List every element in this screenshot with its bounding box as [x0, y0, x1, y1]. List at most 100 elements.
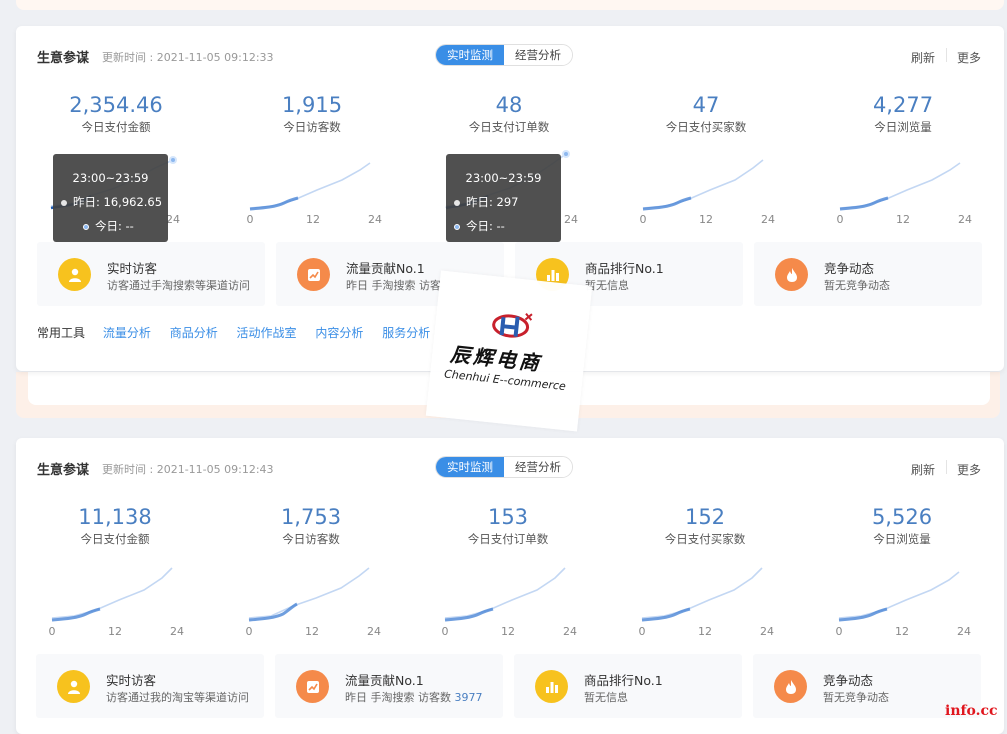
axis-tick: 0	[639, 625, 646, 638]
more-link[interactable]: 更多	[957, 49, 981, 66]
metric-orders[interactable]: 48 今日支付订单数	[411, 92, 607, 135]
tab-business-analysis[interactable]: 经营分析	[504, 45, 572, 65]
axis-tick: 24	[760, 625, 774, 638]
card-title: 商品排行No.1	[585, 261, 664, 276]
divider	[946, 460, 947, 474]
axis-tick: 0	[49, 625, 56, 638]
card-title: 流量贡献No.1	[345, 673, 424, 688]
card-realtime-visitors[interactable]: 实时访客 访客通过我的淘宝等渠道访问	[36, 654, 264, 718]
sparkline-chart[interactable]: 0 12 24	[634, 560, 784, 640]
update-time: 更新时间 : 2021-11-05 09:12:33	[102, 51, 274, 64]
panel-title: 生意参谋	[37, 463, 90, 478]
previous-panel-edge	[16, 0, 1004, 10]
axis-tick: 24	[761, 213, 775, 226]
tool-link-product[interactable]: 商品分析	[170, 326, 218, 340]
axis-tick: 12	[895, 625, 909, 638]
card-title: 实时访客	[106, 673, 157, 688]
metric-value: 1,915	[281, 93, 343, 117]
axis-tick: 0	[836, 625, 843, 638]
site-watermark: info.cc	[945, 703, 998, 719]
card-title: 实时访客	[107, 261, 158, 276]
card-desc: 暂无竞争动态	[824, 279, 890, 292]
visitor-count: 3977	[454, 691, 483, 704]
metric-label: 今日浏览量	[874, 120, 932, 134]
sparkline-chart[interactable]: 0 12 24	[832, 148, 982, 228]
refresh-link[interactable]: 刷新	[911, 49, 935, 66]
metric-value: 2,354.46	[69, 93, 163, 117]
axis-tick: 24	[957, 625, 971, 638]
metric-pageviews[interactable]: 4,277 今日浏览量	[805, 92, 1001, 135]
card-desc: 暂无竞争动态	[823, 691, 889, 704]
axis-tick: 24	[170, 625, 184, 638]
sparkline-chart[interactable]: 0 12 24	[44, 560, 194, 640]
tool-link-service[interactable]: 服务分析	[382, 326, 430, 340]
metric-label: 今日支付买家数	[664, 532, 746, 546]
tools-label: 常用工具	[37, 326, 86, 340]
card-desc-row: 昨日 手淘搜索 访客数 3977	[345, 689, 483, 705]
sparkline-chart[interactable]: 0 12 24	[241, 560, 391, 640]
metric-buyers[interactable]: 152 今日支付买家数	[607, 504, 803, 547]
card-title: 竞争动态	[824, 261, 875, 276]
axis-tick: 0	[247, 213, 254, 226]
metric-visitors[interactable]: 1,753 今日访客数	[213, 504, 409, 547]
tool-link-campaign[interactable]: 活动作战室	[237, 326, 297, 340]
card-realtime-visitors[interactable]: 实时访客 访客通过手淘搜索等渠道访问	[37, 242, 265, 306]
metric-value: 5,526	[871, 505, 933, 529]
metric-value: 11,138	[78, 505, 152, 529]
tab-realtime-monitor[interactable]: 实时监测	[436, 457, 504, 477]
metric-orders[interactable]: 153 今日支付订单数	[410, 504, 606, 547]
trend-icon	[297, 258, 330, 291]
metric-label: 今日支付订单数	[467, 532, 549, 546]
sparkline-chart[interactable]: 0 12 24	[831, 560, 981, 640]
card-desc: 昨日 手淘搜索 访客	[346, 279, 441, 292]
metric-value: 48	[495, 93, 523, 117]
more-link[interactable]: 更多	[957, 461, 981, 478]
card-traffic-top[interactable]: 流量贡献No.1 昨日 手淘搜索 访客数 3977	[275, 654, 503, 718]
tool-link-traffic[interactable]: 流量分析	[103, 326, 151, 340]
metric-pay-amount[interactable]: 11,138 今日支付金额	[17, 504, 213, 547]
axis-tick: 0	[246, 625, 253, 638]
metric-buyers[interactable]: 47 今日支付买家数	[608, 92, 804, 135]
tooltip-yesterday: 昨日: 297	[466, 195, 519, 209]
metric-label: 今日访客数	[283, 120, 341, 134]
card-product-rank[interactable]: 商品排行No.1 暂无信息	[514, 654, 742, 718]
tab-business-analysis[interactable]: 经营分析	[504, 457, 572, 477]
tooltip-today: 今日: --	[95, 219, 134, 233]
card-desc: 访客通过手淘搜索等渠道访问	[107, 279, 250, 292]
axis-tick: 12	[306, 213, 320, 226]
tooltip-today-row: 今日: --	[53, 214, 168, 238]
metric-pageviews[interactable]: 5,526 今日浏览量	[804, 504, 1000, 547]
legend-dot	[61, 199, 67, 206]
axis-tick: 12	[896, 213, 910, 226]
sparkline-chart[interactable]: 0 12 24	[242, 148, 392, 228]
metric-value: 1,753	[280, 505, 342, 529]
axis-tick: 12	[699, 213, 713, 226]
flame-icon	[775, 258, 808, 291]
chart-tooltip: 23:00~23:59 昨日: 16,962.65 今日: --	[53, 154, 168, 242]
trend-icon	[296, 670, 329, 703]
metric-pay-amount[interactable]: 2,354.46 今日支付金额	[18, 92, 214, 135]
tab-realtime-monitor[interactable]: 实时监测	[436, 45, 504, 65]
card-competition[interactable]: 竞争动态 暂无竞争动态	[754, 242, 982, 306]
flame-icon	[774, 670, 807, 703]
metric-visitors[interactable]: 1,915 今日访客数	[214, 92, 410, 135]
legend-dot	[454, 199, 460, 206]
metric-label: 今日支付金额	[81, 120, 151, 134]
axis-tick: 24	[958, 213, 972, 226]
tooltip-today: 今日: --	[466, 219, 505, 233]
user-icon	[57, 670, 90, 703]
tool-link-content[interactable]: 内容分析	[315, 326, 363, 340]
axis-tick: 0	[640, 213, 647, 226]
axis-tick: 12	[108, 625, 122, 638]
divider	[946, 48, 947, 62]
sparkline-chart[interactable]: 0 12 24	[635, 148, 785, 228]
card-desc: 访客通过我的淘宝等渠道访问	[106, 691, 249, 704]
tooltip-time-range: 23:00~23:59	[72, 171, 149, 185]
refresh-link[interactable]: 刷新	[911, 461, 935, 478]
update-time: 更新时间 : 2021-11-05 09:12:43	[102, 463, 274, 476]
metric-label: 今日支付金额	[80, 532, 150, 546]
axis-tick: 24	[564, 213, 578, 226]
sparkline-chart[interactable]: 0 12 24	[437, 560, 587, 640]
watermark-badge: 辰辉电商 Chenhui E--commerce	[425, 270, 593, 432]
axis-tick: 0	[442, 625, 449, 638]
